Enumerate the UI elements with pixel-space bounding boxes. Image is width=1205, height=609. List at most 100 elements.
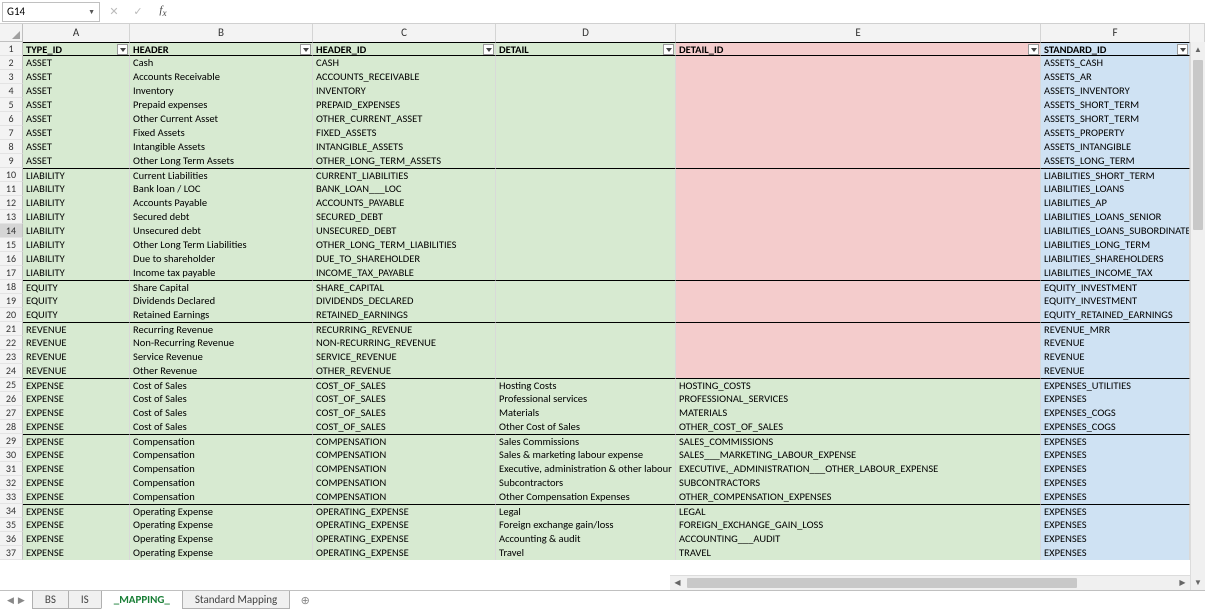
cell[interactable]: OPERATING_EXPENSE	[313, 532, 496, 546]
sheet-tab[interactable]: BS	[32, 591, 69, 609]
cell[interactable]: ASSETS_CASH	[1041, 56, 1190, 70]
cell[interactable]: OPERATING_EXPENSE	[313, 518, 496, 532]
cell[interactable]	[496, 280, 676, 294]
cell[interactable]: EXPENSES_UTILITIES	[1041, 378, 1190, 392]
cell[interactable]: Cost of Sales	[130, 406, 313, 420]
cell[interactable]: REVENUE	[23, 336, 130, 350]
cell[interactable]	[496, 336, 676, 350]
cell[interactable]: Compensation	[130, 434, 313, 448]
cell[interactable]	[676, 252, 1041, 266]
cell[interactable]: LIABILITY	[23, 266, 130, 280]
cell[interactable]: ASSETS_INTANGIBLE	[1041, 140, 1190, 154]
cell[interactable]: Cash	[130, 56, 313, 70]
column-header-F[interactable]: F	[1041, 24, 1190, 42]
cell[interactable]: SECURED_DEBT	[313, 210, 496, 224]
cell[interactable]: EXPENSES_COGS	[1041, 420, 1190, 434]
tab-nav-next-icon[interactable]: ▶	[17, 595, 26, 606]
cell[interactable]: Professional services	[496, 392, 676, 406]
cell[interactable]: EQUITY	[23, 294, 130, 308]
cell[interactable]	[676, 294, 1041, 308]
row-header[interactable]: 29	[0, 434, 23, 448]
cell[interactable]: FOREIGN_EXCHANGE_GAIN_LOSS	[676, 518, 1041, 532]
cell[interactable]: EXECUTIVE,_ADMINISTRATION___OTHER_LABOUR…	[676, 462, 1041, 476]
scroll-up-icon[interactable]: ▲	[1191, 42, 1205, 57]
cell[interactable]	[676, 182, 1041, 196]
name-box[interactable]: G14 ▼	[2, 2, 100, 22]
row-header[interactable]: 5	[0, 98, 23, 112]
horizontal-scroll-thumb[interactable]	[687, 578, 1077, 588]
cell[interactable]: OPERATING_EXPENSE	[313, 504, 496, 518]
cell[interactable]	[496, 294, 676, 308]
cell[interactable]	[676, 154, 1041, 168]
cell[interactable]: COMPENSATION	[313, 448, 496, 462]
cell[interactable]: LIABILITIES_LOANS	[1041, 182, 1190, 196]
cell[interactable]	[676, 70, 1041, 84]
cell[interactable]: ASSETS_AR	[1041, 70, 1190, 84]
cell[interactable]: COMPENSATION	[313, 462, 496, 476]
cell[interactable]: ASSET	[23, 98, 130, 112]
column-header-A[interactable]: A	[23, 24, 130, 42]
header-cell-detail[interactable]: DETAIL	[496, 42, 676, 56]
cell[interactable]	[496, 308, 676, 322]
row-header[interactable]: 37	[0, 546, 23, 560]
cell[interactable]: EXPENSE	[23, 476, 130, 490]
cell[interactable]: ASSETS_INVENTORY	[1041, 84, 1190, 98]
cell[interactable]: EQUITY_INVESTMENT	[1041, 280, 1190, 294]
cell[interactable]	[496, 364, 676, 378]
cell[interactable]: INTANGIBLE_ASSETS	[313, 140, 496, 154]
cell[interactable]: EQUITY_RETAINED_EARNINGS	[1041, 308, 1190, 322]
filter-dropdown-icon[interactable]	[1177, 44, 1188, 55]
scroll-left-icon[interactable]: ◀	[670, 576, 685, 590]
cell[interactable]: EXPENSE	[23, 490, 130, 504]
cell[interactable]: Cost of Sales	[130, 378, 313, 392]
cell[interactable]: Other Long Term Assets	[130, 154, 313, 168]
cell[interactable]	[496, 322, 676, 336]
cell[interactable]: REVENUE	[23, 364, 130, 378]
cell[interactable]: REVENUE	[23, 322, 130, 336]
row-header[interactable]: 13	[0, 210, 23, 224]
cell[interactable]: LIABILITY	[23, 238, 130, 252]
header-cell-type_id[interactable]: TYPE_ID	[23, 42, 130, 56]
cell[interactable]	[496, 252, 676, 266]
cell[interactable]: EXPENSE	[23, 462, 130, 476]
cell[interactable]	[496, 56, 676, 70]
cell[interactable]: EXPENSES	[1041, 546, 1190, 560]
cell[interactable]: ASSETS_LONG_TERM	[1041, 154, 1190, 168]
cell[interactable]: PROFESSIONAL_SERVICES	[676, 392, 1041, 406]
cell[interactable]: EXPENSES	[1041, 476, 1190, 490]
sheet-tab[interactable]: Standard Mapping	[182, 591, 290, 609]
cell[interactable]: LIABILITY	[23, 182, 130, 196]
column-header-E[interactable]: E	[676, 24, 1041, 42]
cell[interactable]: OTHER_COST_OF_SALES	[676, 420, 1041, 434]
cell[interactable]: FIXED_ASSETS	[313, 126, 496, 140]
cell[interactable]	[496, 84, 676, 98]
cell[interactable]: DIVIDENDS_DECLARED	[313, 294, 496, 308]
cell[interactable]: ASSET	[23, 126, 130, 140]
cell[interactable]: EXPENSE	[23, 504, 130, 518]
row-header[interactable]: 32	[0, 476, 23, 490]
sheet-tab[interactable]: _MAPPING_	[101, 591, 183, 609]
cell[interactable]: LIABILITIES_SHAREHOLDERS	[1041, 252, 1190, 266]
cell[interactable]	[676, 210, 1041, 224]
header-cell-header[interactable]: HEADER	[130, 42, 313, 56]
cell[interactable]: Non-Recurring Revenue	[130, 336, 313, 350]
cell[interactable]: EQUITY_INVESTMENT	[1041, 294, 1190, 308]
cell[interactable]: ASSET	[23, 70, 130, 84]
cell[interactable]: EXPENSE	[23, 406, 130, 420]
cell[interactable]: EXPENSES	[1041, 518, 1190, 532]
cell[interactable]	[676, 224, 1041, 238]
cell[interactable]: Other Long Term Liabilities	[130, 238, 313, 252]
cell[interactable]: LIABILITY	[23, 196, 130, 210]
cell[interactable]: COST_OF_SALES	[313, 406, 496, 420]
cell[interactable]	[676, 112, 1041, 126]
cell[interactable]	[496, 154, 676, 168]
cell[interactable]: ACCOUNTING___AUDIT	[676, 532, 1041, 546]
cell[interactable]: EXPENSES	[1041, 434, 1190, 448]
cell[interactable]: REVENUE	[1041, 336, 1190, 350]
cell[interactable]: ASSET	[23, 154, 130, 168]
filter-dropdown-icon[interactable]	[663, 44, 674, 55]
cell[interactable]: OTHER_LONG_TERM_ASSETS	[313, 154, 496, 168]
tab-nav-prev-icon[interactable]: ◀	[6, 595, 15, 606]
row-header[interactable]: 33	[0, 490, 23, 504]
cell[interactable]	[676, 168, 1041, 182]
